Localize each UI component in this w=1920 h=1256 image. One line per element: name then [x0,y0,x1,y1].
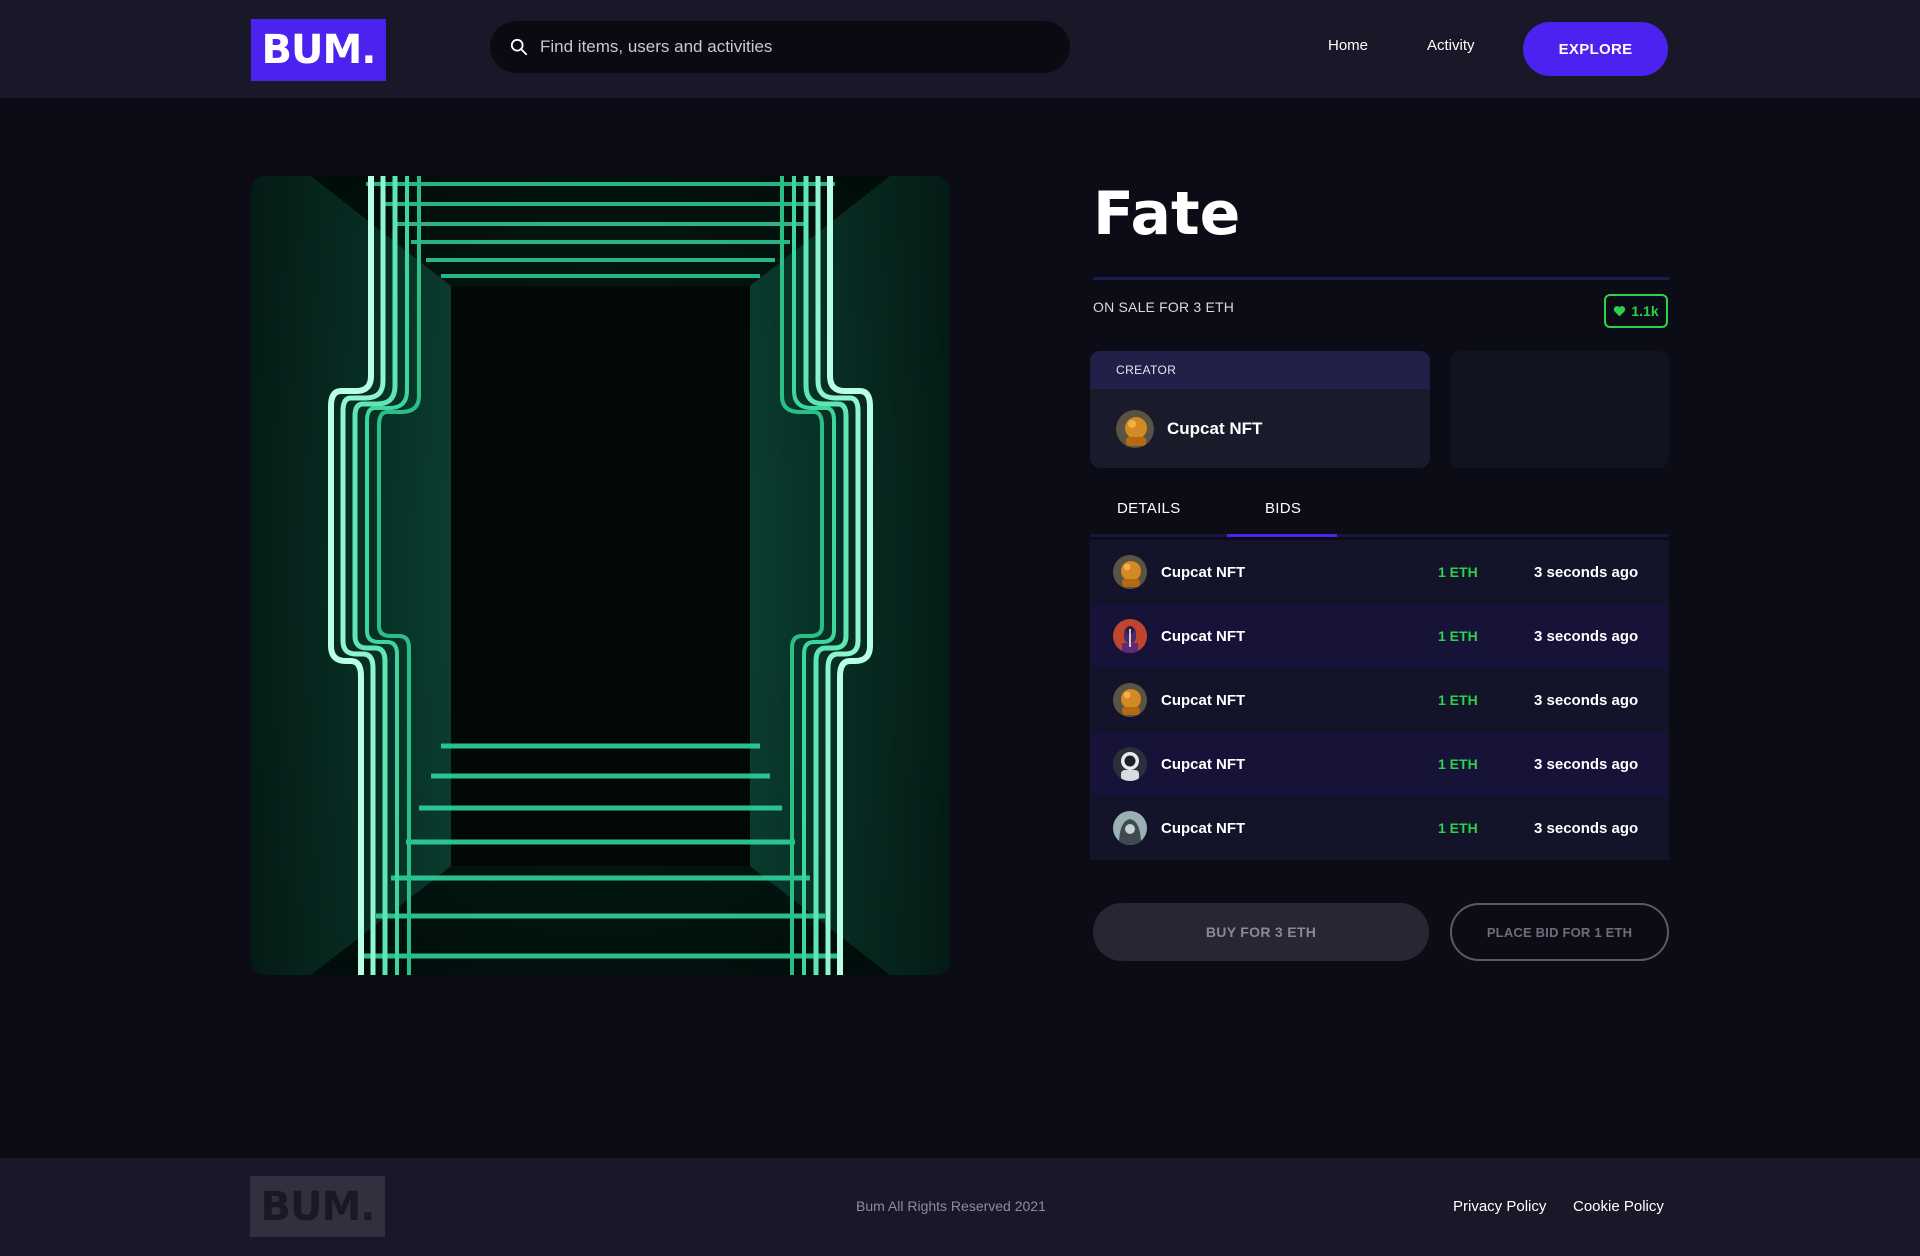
search-input[interactable] [540,37,1040,57]
bid-amount: 1 ETH [1438,820,1478,836]
bid-row[interactable]: Cupcat NFT 1 ETH 3 seconds ago [1090,796,1669,860]
bid-amount: 1 ETH [1438,564,1478,580]
privacy-policy-link[interactable]: Privacy Policy [1453,1198,1546,1215]
heart-icon [1614,306,1626,317]
bid-row[interactable]: Cupcat NFT 1 ETH 3 seconds ago [1090,540,1669,604]
like-count: 1.1k [1631,303,1659,319]
title-divider [1093,277,1669,280]
creator-avatar [1116,409,1154,448]
sale-price-text: ON SALE FOR 3 ETH [1093,299,1235,315]
bidder-name[interactable]: Cupcat NFT [1161,820,1245,837]
bid-row[interactable]: Cupcat NFT 1 ETH 3 seconds ago [1090,668,1669,732]
bidder-name[interactable]: Cupcat NFT [1161,692,1245,709]
ape-avatar-icon [1113,619,1147,653]
nav-activity-link[interactable]: Activity [1427,37,1475,54]
bid-amount: 1 ETH [1438,692,1478,708]
nft-artwork-image [251,176,950,975]
copyright-text: Bum All Rights Reserved 2021 [856,1198,1046,1214]
search-bar[interactable] [490,21,1070,73]
bid-amount: 1 ETH [1438,628,1478,644]
tab-details[interactable]: DETAILS [1117,500,1181,517]
bid-time: 3 seconds ago [1534,691,1639,709]
item-tabs: DETAILS BIDS [1090,488,1669,538]
tabs-divider [1090,534,1669,537]
creator-name[interactable]: Cupcat NFT [1167,419,1262,439]
bid-row[interactable]: Cupcat NFT 1 ETH 3 seconds ago [1090,732,1669,796]
cookie-policy-link[interactable]: Cookie Policy [1573,1198,1664,1215]
explore-button[interactable]: EXPLORE [1523,22,1668,76]
active-tab-indicator [1227,534,1337,537]
buy-button[interactable]: BUY FOR 3 ETH [1093,903,1429,961]
bidder-name[interactable]: Cupcat NFT [1161,756,1245,773]
hooded-avatar-icon [1113,811,1147,845]
astronaut-avatar-icon [1113,747,1147,781]
bidder-name[interactable]: Cupcat NFT [1161,628,1245,645]
bid-time: 3 seconds ago [1534,819,1639,837]
search-icon [510,38,528,56]
site-footer: BUM. Bum All Rights Reserved 2021 Privac… [0,1158,1920,1256]
creator-label: CREATOR [1090,351,1430,389]
nft-title: Fate [1093,179,1241,249]
place-bid-button[interactable]: PLACE BID FOR 1 ETH [1450,903,1669,961]
creator-card[interactable]: CREATOR Cupcat NFT [1090,351,1430,468]
tab-bids[interactable]: BIDS [1265,500,1301,517]
empty-info-card [1450,351,1669,468]
bid-time: 3 seconds ago [1534,563,1639,581]
bid-time: 3 seconds ago [1534,627,1639,645]
site-header: BUM. Home Activity EXPLORE [0,0,1920,98]
bid-row[interactable]: Cupcat NFT 1 ETH 3 seconds ago [1090,604,1669,668]
bid-time: 3 seconds ago [1534,755,1639,773]
bids-list: Cupcat NFT 1 ETH 3 seconds ago Cupcat NF… [1090,540,1669,860]
bid-amount: 1 ETH [1438,756,1478,772]
cupcat-avatar-icon [1113,683,1147,717]
bidder-name[interactable]: Cupcat NFT [1161,564,1245,581]
logo[interactable]: BUM. [251,19,386,81]
nav-home-link[interactable]: Home [1328,37,1368,54]
like-button[interactable]: 1.1k [1604,294,1668,328]
footer-logo[interactable]: BUM. [250,1176,385,1237]
cupcat-avatar-icon [1113,555,1147,589]
